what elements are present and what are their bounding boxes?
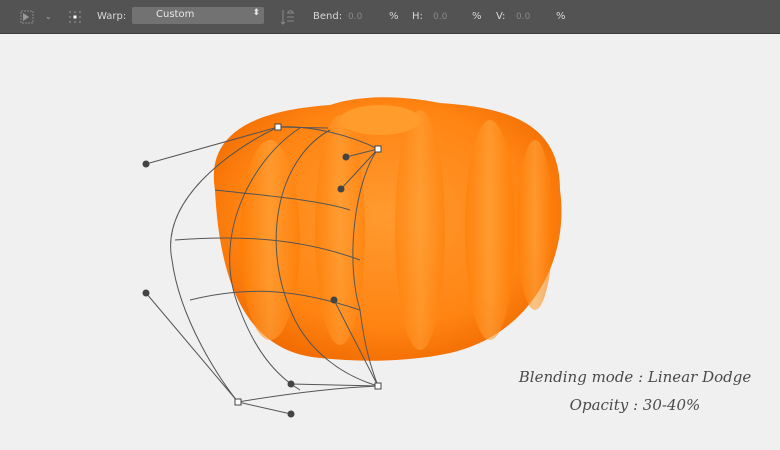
v-unit: % — [556, 11, 566, 22]
warp-label: Warp: — [97, 11, 127, 22]
h-input[interactable]: 0.0 — [433, 0, 447, 33]
caption-opacity: Opacity : 30-40% — [569, 396, 701, 414]
pumpkin-image — [213, 97, 562, 361]
options-bar: ⌄ Warp: Custom ⬍ Bend: 0.0 % H: 0.0 % V: … — [0, 0, 780, 34]
h-label: H: — [412, 11, 423, 22]
reference-point-icon[interactable] — [68, 0, 82, 33]
document-canvas[interactable]: Blending mode : Linear Dodge Opacity : 3… — [0, 34, 780, 450]
v-label: V: — [496, 11, 506, 22]
select-arrows-icon: ⬍ — [252, 8, 260, 18]
caption-blending-mode: Blending mode : Linear Dodge — [518, 368, 752, 386]
h-unit: % — [472, 11, 482, 22]
warp-orientation-icon[interactable] — [280, 0, 296, 33]
warp-style-value: Custom — [156, 9, 195, 20]
bend-unit: % — [389, 11, 399, 22]
bend-label: Bend: — [313, 11, 343, 22]
v-input[interactable]: 0.0 — [516, 0, 530, 33]
bend-input[interactable]: 0.0 — [348, 0, 362, 33]
chevron-down-icon[interactable]: ⌄ — [45, 0, 52, 33]
transform-tool-icon[interactable] — [20, 0, 34, 33]
warp-style-select[interactable]: Custom ⬍ — [132, 7, 264, 24]
